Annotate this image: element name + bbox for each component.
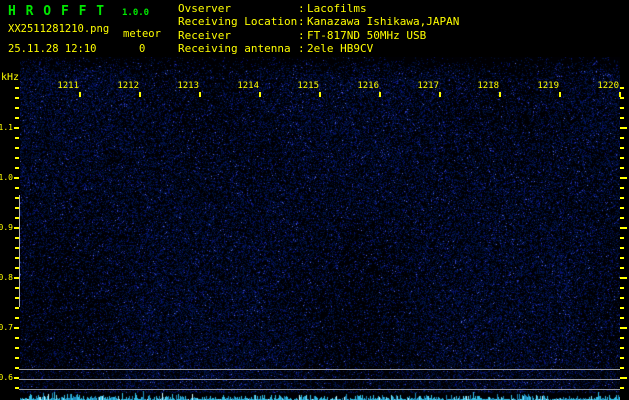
- freq-minor-tick-right: [620, 97, 624, 99]
- scale-marker-line: [19, 195, 20, 307]
- station-label: Receiver: [178, 28, 231, 42]
- freq-minor-tick-right: [620, 347, 624, 349]
- separator: :: [298, 15, 305, 29]
- freq-minor-tick-right: [620, 317, 624, 319]
- app-title: H R O F F T: [8, 4, 106, 19]
- freq-label: 0.8: [0, 273, 13, 282]
- freq-minor-tick-right: [620, 267, 624, 269]
- output-filename: XX2511281210.png: [8, 23, 110, 35]
- freq-minor-tick-right: [620, 297, 624, 299]
- station-value: 2ele HB9CV: [307, 42, 374, 56]
- freq-minor-tick-right: [620, 117, 624, 119]
- freq-minor-tick-left: [15, 317, 19, 319]
- freq-minor-tick-right: [620, 197, 624, 199]
- station-label: Ovserver: [178, 2, 231, 15]
- freq-minor-tick-right: [620, 87, 624, 89]
- freq-major-tick-left: [14, 177, 19, 179]
- freq-minor-tick-left: [15, 357, 19, 359]
- station-info: Ovserver: Lacofilms Receiving Location: Ka…: [178, 2, 459, 56]
- separator: :: [298, 42, 305, 56]
- station-value: Lacofilms: [307, 2, 367, 15]
- freq-minor-tick-left: [15, 187, 19, 189]
- station-row-observer: Ovserver: Lacofilms: [178, 2, 459, 15]
- freq-minor-tick-left: [15, 147, 19, 149]
- freq-minor-tick-left: [15, 307, 19, 309]
- freq-label: 1.1: [0, 123, 13, 132]
- freq-minor-tick-right: [620, 257, 624, 259]
- freq-axis-unit: kHz: [1, 72, 20, 83]
- freq-label: 0.9: [0, 223, 13, 232]
- datetime-label: 25.11.28 12:10: [8, 43, 97, 55]
- freq-minor-tick-right: [620, 167, 624, 169]
- freq-minor-tick-right: [620, 387, 624, 389]
- freq-major-tick-right: [620, 227, 627, 229]
- freq-minor-tick-right: [620, 217, 624, 219]
- freq-minor-tick-left: [15, 137, 19, 139]
- freq-major-tick-right: [620, 377, 627, 379]
- freq-minor-tick-right: [620, 287, 624, 289]
- freq-minor-tick-right: [620, 207, 624, 209]
- freq-major-tick-right: [620, 277, 627, 279]
- freq-minor-tick-left: [15, 157, 19, 159]
- freq-minor-tick-right: [620, 157, 624, 159]
- reference-line-middle: [19, 379, 620, 380]
- freq-major-tick-right: [620, 327, 627, 329]
- freq-minor-tick-left: [15, 167, 19, 169]
- freq-minor-tick-right: [620, 357, 624, 359]
- station-value: Kanazawa Ishikawa,JAPAN: [307, 15, 460, 29]
- freq-minor-tick-right: [620, 337, 624, 339]
- freq-minor-tick-left: [15, 107, 19, 109]
- app-version: 1.0.0: [122, 8, 150, 18]
- freq-minor-tick-right: [620, 187, 624, 189]
- reference-line-upper: [19, 369, 620, 370]
- freq-minor-tick-right: [620, 147, 624, 149]
- freq-minor-tick-right: [620, 137, 624, 139]
- freq-label: 1.0: [0, 173, 13, 182]
- freq-minor-tick-left: [15, 87, 19, 89]
- station-row-receiver: Receiver: FT-817ND 50MHz USB: [178, 29, 459, 42]
- station-row-antenna: Receiving antenna:2ele HB9CV: [178, 42, 459, 55]
- freq-label: 0.6: [0, 373, 13, 382]
- station-value: FT-817ND 50MHz USB: [307, 28, 427, 42]
- station-row-location: Receiving Location: Kanazawa Ishikawa,JAP…: [178, 15, 459, 28]
- freq-minor-tick-right: [620, 107, 624, 109]
- freq-minor-tick-left: [15, 117, 19, 119]
- station-label: Receiving antenna: [178, 42, 291, 56]
- freq-minor-tick-left: [15, 337, 19, 339]
- freq-minor-tick-right: [620, 307, 624, 309]
- freq-minor-tick-left: [15, 347, 19, 349]
- station-label: Receiving Location: [178, 15, 298, 29]
- separator: :: [298, 2, 305, 15]
- freq-minor-tick-left: [15, 97, 19, 99]
- freq-label: 0.7: [0, 323, 13, 332]
- freq-minor-tick-right: [620, 237, 624, 239]
- hrofft-window: H R O F F T 1.0.0 XX2511281210.png meteo…: [0, 0, 629, 400]
- mode-label: meteor: [123, 28, 161, 40]
- meteor-count: 0: [139, 43, 146, 55]
- freq-major-tick-left: [14, 127, 19, 129]
- separator: :: [298, 28, 305, 42]
- freq-major-tick-right: [620, 127, 627, 129]
- freq-major-tick-right: [620, 177, 627, 179]
- reference-line-lower: [19, 389, 620, 390]
- spectrogram-canvas: [20, 57, 620, 400]
- freq-major-tick-left: [14, 327, 19, 329]
- freq-minor-tick-right: [620, 247, 624, 249]
- freq-minor-tick-right: [620, 367, 624, 369]
